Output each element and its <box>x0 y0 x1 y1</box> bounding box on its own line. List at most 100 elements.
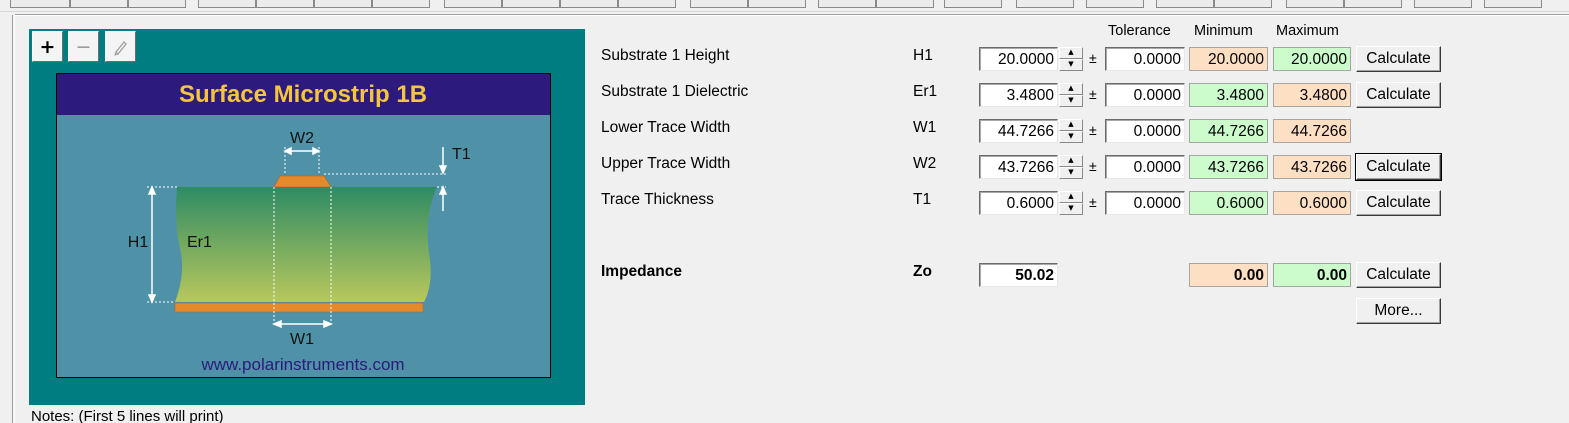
website-url: www.polarinstruments.com <box>200 355 404 374</box>
param-label-t1: Trace Thickness <box>601 191 714 208</box>
toolbar-button[interactable] <box>372 0 430 8</box>
er1-tolerance-input[interactable]: 0.0000 <box>1105 83 1185 107</box>
toolbar-button[interactable] <box>944 0 1002 8</box>
h1-value-input[interactable]: 20.0000 <box>979 47 1058 71</box>
h1-label: H1 <box>128 234 149 251</box>
spin-down-icon[interactable]: ▼ <box>1059 59 1083 71</box>
spin-up-icon[interactable]: ▲ <box>1059 191 1083 203</box>
spin-down-icon[interactable]: ▼ <box>1059 167 1083 179</box>
toolbar-button[interactable] <box>748 0 806 8</box>
calculate-h1-button[interactable]: Calculate <box>1356 46 1441 72</box>
toolbar-button[interactable] <box>1414 0 1472 8</box>
param-label-er1: Substrate 1 Dielectric <box>601 83 749 100</box>
toolbar-button[interactable] <box>10 0 70 8</box>
calculate-er1-button[interactable]: Calculate <box>1356 82 1441 108</box>
toolbar <box>0 0 1569 12</box>
calculate-t1-button[interactable]: Calculate <box>1356 190 1441 216</box>
w2-value-input[interactable]: 43.7266 <box>979 155 1058 179</box>
microstrip-diagram: Surface Microstrip 1B W2 T1 H1 Er1 W1 ww… <box>56 73 551 378</box>
signal-trace <box>273 175 332 188</box>
more-button[interactable]: More... <box>1356 298 1441 324</box>
toolbar-button[interactable] <box>876 0 934 8</box>
minimum-header: Minimum <box>1194 23 1253 39</box>
w1-tolerance-input[interactable]: 0.0000 <box>1105 119 1185 143</box>
substrate <box>175 187 437 302</box>
toolbar-button[interactable] <box>256 0 314 8</box>
h1-spinner[interactable]: ▲ ▼ <box>1059 47 1083 71</box>
w2-maximum-value: 43.7266 <box>1273 155 1351 179</box>
toolbar-button[interactable] <box>70 0 128 8</box>
spin-up-icon[interactable]: ▲ <box>1059 119 1083 131</box>
toolbar-button[interactable] <box>1344 0 1402 8</box>
toolbar-button[interactable] <box>818 0 876 8</box>
diagram-title: Surface Microstrip 1B <box>179 81 427 108</box>
zoom-out-button[interactable]: − <box>68 31 99 62</box>
w1-value-input[interactable]: 44.7266 <box>979 119 1058 143</box>
impedance-symbol: Zo <box>913 263 932 280</box>
w1-spinner[interactable]: ▲ ▼ <box>1059 119 1083 143</box>
er1-value-input[interactable]: 3.4800 <box>979 83 1058 107</box>
h1-minimum-value: 20.0000 <box>1189 47 1268 71</box>
spin-down-icon[interactable]: ▼ <box>1059 95 1083 107</box>
t1-spinner[interactable]: ▲ ▼ <box>1059 191 1083 215</box>
param-label-h1: Substrate 1 Height <box>601 47 730 64</box>
t1-maximum-value: 0.6000 <box>1273 191 1351 215</box>
spin-down-icon[interactable]: ▼ <box>1059 203 1083 215</box>
toolbar-button[interactable] <box>618 0 676 8</box>
w1-label: W1 <box>290 331 314 348</box>
impedance-minimum-value: 0.00 <box>1189 263 1268 287</box>
toolbar-button[interactable] <box>444 0 502 8</box>
toolbar-button[interactable] <box>1086 0 1144 8</box>
t1-label: T1 <box>452 146 471 163</box>
pencil-icon <box>113 40 127 56</box>
calculate-w2-button[interactable]: Calculate <box>1356 154 1441 180</box>
zoom-in-button[interactable]: + <box>32 31 63 62</box>
plus-minus-symbol: ± <box>1089 50 1097 66</box>
toolbar-button[interactable] <box>1484 0 1542 8</box>
toolbar-button[interactable] <box>1214 0 1272 8</box>
calculate-impedance-button[interactable]: Calculate <box>1356 262 1441 288</box>
h1-tolerance-input[interactable]: 0.0000 <box>1105 47 1185 71</box>
impedance-label: Impedance <box>601 263 682 280</box>
ground-plane <box>174 302 424 313</box>
h1-maximum-value: 20.0000 <box>1273 47 1351 71</box>
er1-maximum-value: 3.4800 <box>1273 83 1351 107</box>
w2-tolerance-input[interactable]: 0.0000 <box>1105 155 1185 179</box>
t1-minimum-value: 0.6000 <box>1189 191 1268 215</box>
impedance-value-input[interactable]: 50.02 <box>979 263 1058 287</box>
param-symbol-w1: W1 <box>913 119 937 136</box>
plus-minus-symbol: ± <box>1089 122 1097 138</box>
w2-spinner[interactable]: ▲ ▼ <box>1059 155 1083 179</box>
toolbar-button[interactable] <box>1156 0 1214 8</box>
maximum-header: Maximum <box>1276 23 1339 39</box>
spin-up-icon[interactable]: ▲ <box>1059 47 1083 59</box>
param-label-w2: Upper Trace Width <box>601 155 731 172</box>
t1-tolerance-input[interactable]: 0.0000 <box>1105 191 1185 215</box>
er1-label: Er1 <box>187 234 212 251</box>
plus-minus-symbol: ± <box>1089 86 1097 102</box>
param-symbol-h1: H1 <box>913 47 933 64</box>
spin-down-icon[interactable]: ▼ <box>1059 131 1083 143</box>
toolbar-button[interactable] <box>1016 0 1074 8</box>
er1-spinner[interactable]: ▲ ▼ <box>1059 83 1083 107</box>
notes-label: Notes: (First 5 lines will print) <box>31 408 224 423</box>
plus-minus-symbol: ± <box>1089 158 1097 174</box>
param-symbol-t1: T1 <box>913 191 932 208</box>
separator <box>15 14 1569 16</box>
w1-minimum-value: 44.7266 <box>1189 119 1268 143</box>
toolbar-button[interactable] <box>1286 0 1344 8</box>
toolbar-button[interactable] <box>560 0 618 8</box>
t1-value-input[interactable]: 0.6000 <box>979 191 1058 215</box>
plus-minus-symbol: ± <box>1089 194 1097 210</box>
toolbar-button[interactable] <box>690 0 748 8</box>
spin-up-icon[interactable]: ▲ <box>1059 155 1083 167</box>
toolbar-button[interactable] <box>314 0 372 8</box>
delete-toolbar-button[interactable] <box>128 0 186 8</box>
param-symbol-er1: Er1 <box>913 83 938 100</box>
toolbar-button[interactable] <box>502 0 560 8</box>
param-label-w1: Lower Trace Width <box>601 119 731 136</box>
splitter[interactable] <box>12 15 15 423</box>
spin-up-icon[interactable]: ▲ <box>1059 83 1083 95</box>
toolbar-button[interactable] <box>198 0 256 8</box>
edit-button[interactable] <box>105 31 136 62</box>
